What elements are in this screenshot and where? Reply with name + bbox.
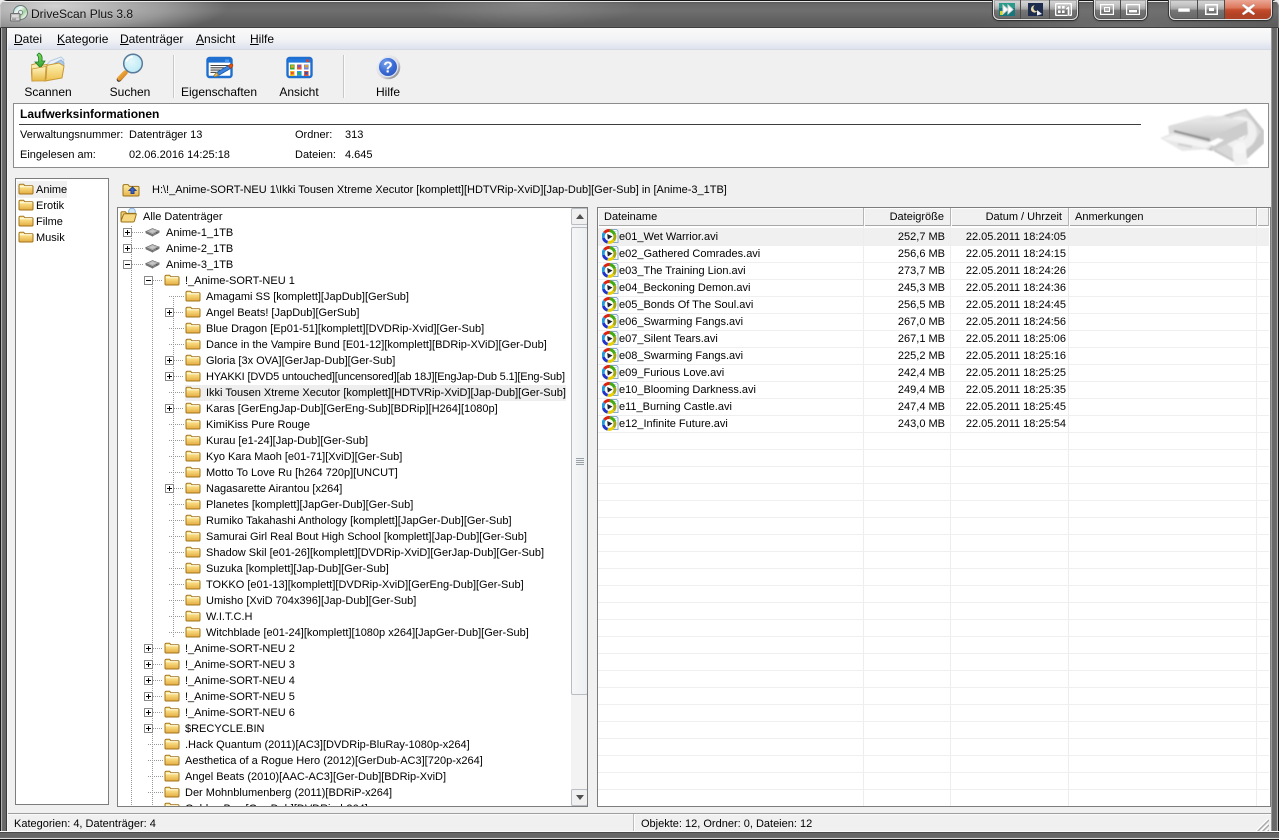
- svg-text:?: ?: [383, 60, 392, 77]
